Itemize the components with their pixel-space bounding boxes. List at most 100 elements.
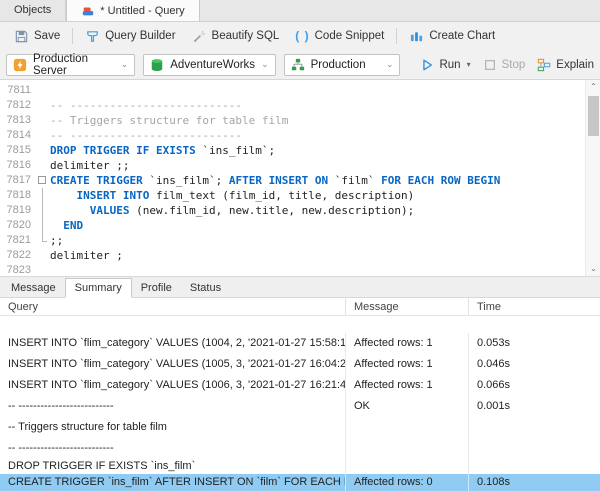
editor-line[interactable]: 7821;;	[0, 233, 600, 248]
stop-label: Stop	[502, 59, 526, 71]
editor-line[interactable]: 7812-- --------------------------	[0, 98, 600, 113]
fold-guide-line	[42, 241, 47, 242]
query-builder-icon	[85, 29, 100, 44]
run-button[interactable]: Run ▾	[420, 58, 470, 72]
code-token	[50, 219, 63, 232]
tab-untitled-query-label: * Untitled - Query	[100, 5, 184, 17]
result-tab-status[interactable]: Status	[181, 279, 230, 297]
result-cell-time	[468, 459, 600, 474]
result-cell-time: 0.066s	[468, 375, 600, 396]
column-header-message[interactable]: Message	[345, 298, 468, 315]
query-builder-label: Query Builder	[105, 30, 175, 42]
code-text: CREATE TRIGGER `ins_film`; AFTER INSERT …	[50, 173, 500, 188]
result-tab-profile[interactable]: Profile	[132, 279, 181, 297]
column-header-query[interactable]: Query	[0, 301, 345, 313]
code-token: ;;	[50, 234, 63, 247]
results-header-row: Query Message Time	[0, 298, 600, 316]
scrollbar-thumb[interactable]	[588, 96, 599, 136]
column-header-time[interactable]: Time	[468, 298, 600, 315]
code-snippet-button[interactable]: ( ) Code Snippet	[287, 26, 392, 46]
editor-lines: 78117812-- --------------------------781…	[0, 83, 600, 277]
tab-objects[interactable]: Objects	[0, 0, 66, 21]
code-token: -- Triggers structure for table film	[50, 114, 288, 127]
line-number: 7821	[0, 233, 36, 248]
line-number: 7823	[0, 263, 36, 277]
query-tool-window: Objects * Untitled - Query Save Query Bu…	[0, 0, 600, 491]
fold-gutter	[36, 128, 50, 143]
line-number: 7817	[0, 173, 36, 188]
editor-line[interactable]: 7817 CREATE TRIGGER `ins_film`; AFTER INS…	[0, 173, 600, 188]
line-number: 7819	[0, 203, 36, 218]
explain-button[interactable]: Explain	[537, 58, 594, 72]
code-text: END	[50, 218, 83, 233]
create-chart-button[interactable]: Create Chart	[401, 26, 503, 47]
beautify-sql-button[interactable]: Beautify SQL	[184, 26, 288, 47]
editor-line[interactable]: 7820 END	[0, 218, 600, 233]
result-tab-summary[interactable]: Summary	[65, 278, 132, 298]
fold-gutter	[36, 98, 50, 113]
code-text: -- --------------------------	[50, 98, 242, 113]
scroll-up-arrow-icon[interactable]: ⌃	[586, 80, 600, 94]
result-row[interactable]: -- ---------------------------- Triggers…	[0, 396, 600, 459]
schema-select[interactable]: Production ⌄	[284, 54, 401, 76]
code-text: VALUES (new.film_id, new.title, new.desc…	[50, 203, 414, 218]
code-token: END	[63, 219, 83, 232]
editor-line[interactable]: 7811	[0, 83, 600, 98]
schema-select-value: Production	[311, 59, 366, 71]
code-snippet-label: Code Snippet	[315, 30, 385, 42]
database-select-value: AdventureWorks	[170, 59, 255, 71]
query-builder-button[interactable]: Query Builder	[77, 26, 183, 47]
fold-gutter	[36, 113, 50, 128]
result-row[interactable]: INSERT INTO `flim_category` VALUES (1005…	[0, 354, 600, 375]
result-row[interactable]: CREATE TRIGGER `ins_film` AFTER INSERT O…	[0, 474, 600, 491]
line-number: 7815	[0, 143, 36, 158]
fold-gutter	[36, 218, 50, 233]
result-cell-message: Affected rows: 1	[345, 354, 468, 375]
sql-editor[interactable]: 78117812-- --------------------------781…	[0, 80, 600, 277]
editor-line[interactable]: 7823	[0, 263, 600, 277]
database-icon	[150, 58, 164, 72]
result-tab-message[interactable]: Message	[2, 279, 65, 297]
run-dropdown-caret-icon[interactable]: ▾	[467, 60, 471, 69]
save-button[interactable]: Save	[6, 26, 68, 47]
save-label: Save	[34, 30, 60, 42]
document-tabbar: Objects * Untitled - Query	[0, 0, 600, 22]
chevron-down-icon: ⌄	[261, 59, 269, 70]
result-row[interactable]: INSERT INTO `flim_category` VALUES (1006…	[0, 375, 600, 396]
editor-line[interactable]: 7819 VALUES (new.film_id, new.title, new…	[0, 203, 600, 218]
fold-guide-line	[42, 203, 43, 218]
code-text: -- --------------------------	[50, 128, 242, 143]
fold-gutter[interactable]	[36, 173, 50, 188]
database-select[interactable]: AdventureWorks ⌄	[143, 54, 275, 76]
query-line: -- Triggers structure for table film	[8, 417, 337, 438]
result-cell-time: 0.046s	[468, 354, 600, 375]
connection-select[interactable]: Production Server ⌄	[6, 54, 135, 76]
beautify-sql-label: Beautify SQL	[212, 30, 280, 42]
tab-untitled-query[interactable]: * Untitled - Query	[66, 0, 199, 21]
code-token: (new.film_id, new.title, new.description…	[136, 204, 414, 217]
code-token: `ins_film`;	[202, 144, 275, 157]
code-token: AFTER INSERT ON	[229, 174, 335, 187]
scroll-down-arrow-icon[interactable]: ⌄	[586, 262, 600, 276]
editor-line[interactable]: 7816 delimiter ;;	[0, 158, 600, 173]
result-row[interactable]: DROP TRIGGER IF EXISTS `ins_film`	[0, 459, 600, 474]
editor-vertical-scrollbar[interactable]: ⌃ ⌄	[585, 80, 600, 276]
editor-line[interactable]: 7814-- --------------------------	[0, 128, 600, 143]
run-label: Run	[439, 59, 460, 71]
result-row[interactable]: INSERT INTO `flim_category` VALUES (1004…	[0, 333, 600, 354]
code-token: INSERT INTO	[77, 189, 156, 202]
tab-objects-label: Objects	[14, 4, 51, 16]
editor-line[interactable]: 7822delimiter ;	[0, 248, 600, 263]
main-toolbar: Save Query Builder Beautify SQL ( ) Code…	[0, 22, 600, 50]
fold-collapse-icon[interactable]	[38, 176, 46, 184]
result-cell-time: 0.001s	[468, 396, 600, 459]
editor-line[interactable]: 7813-- Triggers structure for table film	[0, 113, 600, 128]
code-text: delimiter ;;	[50, 158, 129, 173]
stop-button[interactable]: Stop	[483, 58, 526, 72]
code-token: `ins_film`;	[149, 174, 228, 187]
fold-guide-line	[42, 218, 43, 233]
line-number: 7816	[0, 158, 36, 173]
editor-line[interactable]: 7818 INSERT INTO film_text (film_id, tit…	[0, 188, 600, 203]
query-line: INSERT INTO `flim_category` VALUES (1006…	[8, 375, 337, 396]
editor-line[interactable]: 7815DROP TRIGGER IF EXISTS `ins_film`;	[0, 143, 600, 158]
